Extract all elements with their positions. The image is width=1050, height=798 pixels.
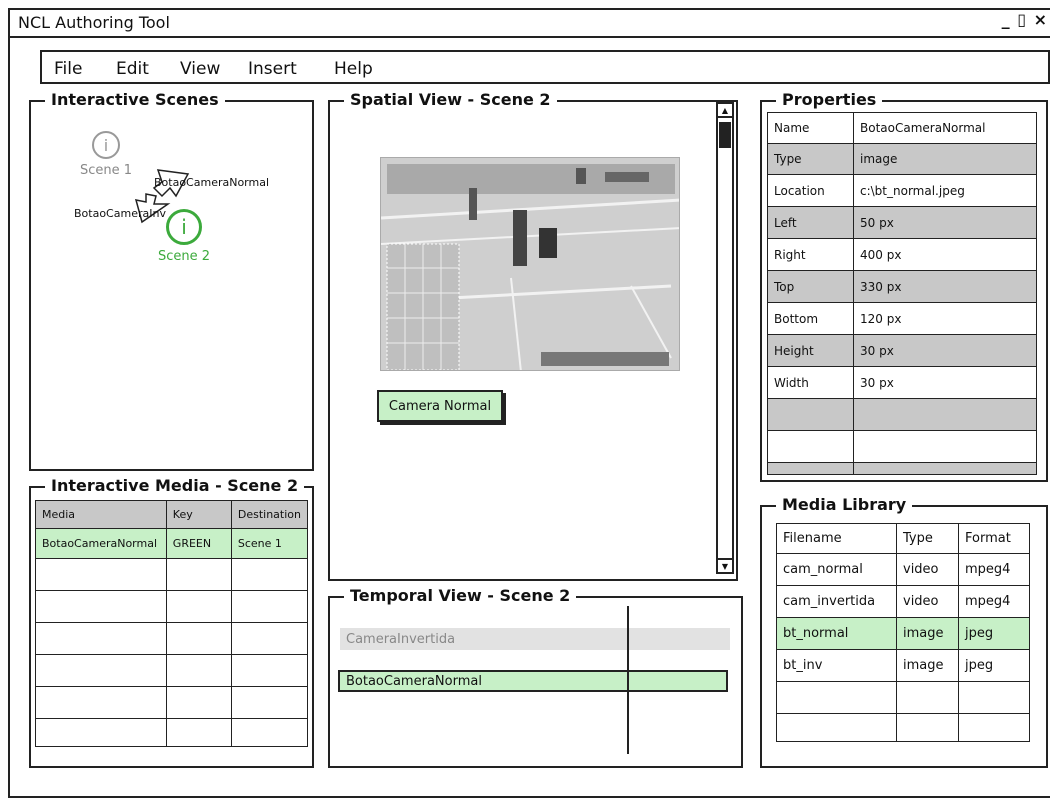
menu-file[interactable]: File [54, 59, 82, 79]
window-title: NCL Authoring Tool [18, 13, 170, 32]
prop-key: Left [767, 206, 854, 239]
timeline-track[interactable]: BotaoCameraNormal [338, 670, 728, 692]
scene-label: Scene 2 [157, 249, 211, 264]
table-row[interactable]: Width 30 px [767, 366, 1037, 399]
table-row[interactable]: bt_normal image jpeg [776, 617, 1030, 650]
column-header: Format [958, 523, 1030, 554]
table-row[interactable] [776, 713, 1030, 742]
table-row[interactable] [767, 462, 1037, 475]
prop-value[interactable]: c:\bt_normal.jpeg [853, 174, 1037, 207]
prop-value[interactable]: 330 px [853, 270, 1037, 303]
panel-title: Properties [776, 90, 883, 109]
table-row[interactable]: Bottom 120 px [767, 302, 1037, 335]
cell: jpeg [958, 649, 1030, 682]
table-row[interactable] [767, 430, 1037, 463]
table-row[interactable] [35, 622, 309, 655]
table-row[interactable]: cam_normal video mpeg4 [776, 553, 1030, 586]
table-row[interactable]: Right 400 px [767, 238, 1037, 271]
interactive-scenes-panel: Interactive Scenes [29, 90, 314, 471]
table-row[interactable]: BotaoCameraNormal GREEN Scene 1 [35, 528, 309, 559]
table-row[interactable]: Height 30 px [767, 334, 1037, 367]
table-row[interactable]: Name BotaoCameraNormal [767, 112, 1037, 144]
prop-key: Location [767, 174, 854, 207]
prop-value[interactable]: 50 px [853, 206, 1037, 239]
cell: bt_normal [776, 617, 897, 650]
prop-value[interactable]: image [853, 143, 1037, 175]
panel-title: Interactive Media - Scene 2 [45, 476, 305, 495]
soccer-field-image [381, 158, 679, 370]
menu-help[interactable]: Help [334, 59, 373, 79]
prop-value[interactable]: 400 px [853, 238, 1037, 271]
table-row[interactable]: Left 50 px [767, 206, 1037, 239]
table-row[interactable] [35, 590, 309, 623]
cell: cam_invertida [776, 585, 897, 618]
prop-value[interactable]: 30 px [853, 366, 1037, 399]
scroll-down-icon[interactable]: ▼ [718, 558, 732, 572]
scene-icon: i [92, 131, 120, 159]
prop-value[interactable]: BotaoCameraNormal [853, 112, 1037, 144]
table-row[interactable]: bt_inv image jpeg [776, 649, 1030, 682]
table-row[interactable] [776, 681, 1030, 714]
table-row[interactable] [35, 686, 309, 719]
table-row[interactable]: Type image [767, 143, 1037, 175]
table-row[interactable]: Top 330 px [767, 270, 1037, 303]
panel-title: Media Library [776, 495, 913, 514]
menu-insert[interactable]: Insert [248, 59, 297, 79]
panel-title: Interactive Scenes [45, 90, 225, 109]
prop-key: Top [767, 270, 854, 303]
cell: bt_inv [776, 649, 897, 682]
cell: image [896, 649, 959, 682]
panel-title: Spatial View - Scene 2 [344, 90, 557, 109]
vertical-scrollbar[interactable]: ▲ ▼ [716, 102, 734, 574]
cell: video [896, 585, 959, 618]
menu-edit[interactable]: Edit [116, 59, 149, 79]
prop-key: Right [767, 238, 854, 271]
properties-table: Name BotaoCameraNormal Type image Location… [767, 112, 1037, 475]
cell: jpeg [958, 617, 1030, 650]
cell: mpeg4 [958, 585, 1030, 618]
prop-key: Type [767, 143, 854, 175]
prop-key: Name [767, 112, 854, 144]
camera-normal-button[interactable]: Camera Normal [377, 390, 503, 422]
column-header: Key [165, 500, 232, 529]
scroll-up-icon[interactable]: ▲ [718, 104, 732, 118]
panel-title: Temporal View - Scene 2 [344, 586, 577, 605]
table-row[interactable]: Location c:\bt_normal.jpeg [767, 174, 1037, 207]
table-row[interactable] [35, 654, 309, 687]
prop-value[interactable]: 120 px [853, 302, 1037, 335]
cell: GREEN [165, 528, 232, 559]
edge-label: BotaoCameraInv [74, 207, 166, 220]
table-row[interactable] [35, 558, 309, 591]
table-header: Filename Type Format [776, 523, 1030, 554]
video-preview[interactable] [380, 157, 680, 371]
cell: video [896, 553, 959, 586]
column-header: Filename [776, 523, 897, 554]
interactive-media-table: Media Key Destination BotaoCameraNormal … [35, 500, 309, 747]
edge-label: BotaoCameraNormal [154, 176, 270, 189]
cell: Scene 1 [230, 528, 309, 559]
column-header: Destination [230, 500, 309, 529]
prop-key: Width [767, 366, 854, 399]
column-header: Type [896, 523, 959, 554]
column-header: Media [35, 500, 167, 529]
prop-key: Bottom [767, 302, 854, 335]
window-controls[interactable]: _ ▯ × [1002, 10, 1048, 29]
timeline-track[interactable]: CameraInvertida [340, 628, 730, 650]
playhead[interactable] [627, 606, 629, 754]
table-row[interactable] [767, 398, 1037, 431]
cell: mpeg4 [958, 553, 1030, 586]
cell: BotaoCameraNormal [35, 528, 167, 559]
scroll-thumb[interactable] [719, 122, 731, 148]
media-library-table: Filename Type Format cam_normal video mp… [776, 523, 1030, 742]
table-row[interactable] [35, 718, 309, 747]
cell: image [896, 617, 959, 650]
prop-key: Height [767, 334, 854, 367]
cell: cam_normal [776, 553, 897, 586]
table-row[interactable]: cam_invertida video mpeg4 [776, 585, 1030, 618]
menu-view[interactable]: View [180, 59, 220, 79]
table-header: Media Key Destination [35, 500, 309, 529]
menu-bar: File Edit View Insert Help [40, 50, 1050, 84]
prop-value[interactable]: 30 px [853, 334, 1037, 367]
